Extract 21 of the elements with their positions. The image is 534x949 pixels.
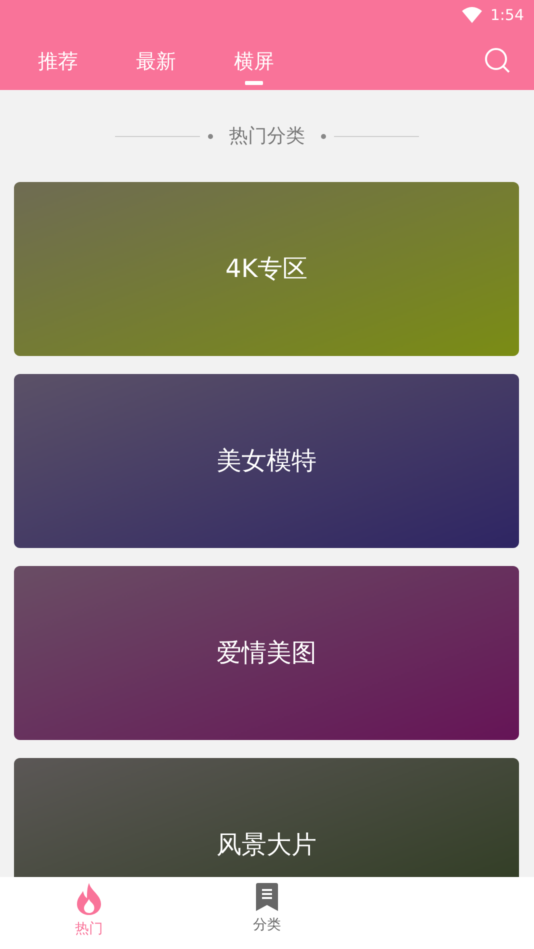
category-card[interactable]: 4K专区: [14, 182, 519, 356]
tab[interactable]: 横屏: [234, 35, 274, 85]
category-label: 美女模特: [216, 445, 316, 478]
tab[interactable]: 最新: [136, 35, 176, 85]
category-label: 爱情美图: [216, 637, 316, 670]
category-card[interactable]: 爱情美图: [14, 566, 519, 740]
flame-icon: [75, 883, 103, 915]
section-title: 热门分类: [229, 124, 305, 149]
dot-icon: [208, 134, 213, 138]
nav-item[interactable]: 分类: [245, 877, 289, 949]
category-label: 风景大片: [216, 829, 316, 862]
category-card[interactable]: 风景大片: [14, 758, 519, 877]
category-label: 4K专区: [225, 253, 308, 286]
status-time: 1:54: [490, 4, 524, 26]
wifi-icon: [462, 7, 482, 23]
dot-icon: [321, 134, 326, 138]
tab[interactable]: 推荐: [38, 35, 78, 85]
search-icon[interactable]: [484, 47, 510, 73]
category-card[interactable]: 美女模特: [14, 374, 519, 548]
nav-item[interactable]: 热门: [67, 877, 111, 949]
bookmark-icon: [256, 883, 278, 911]
